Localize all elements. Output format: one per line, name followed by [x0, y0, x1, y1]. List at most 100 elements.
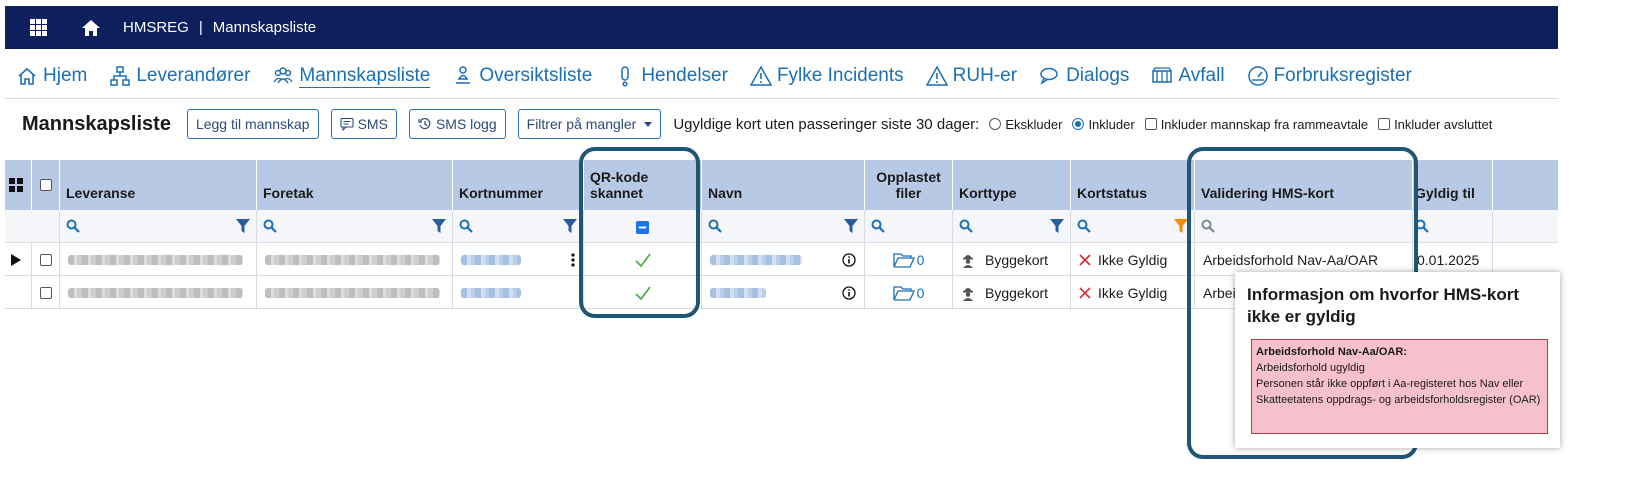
cell-navn-redacted[interactable]	[702, 243, 865, 276]
sms-button[interactable]: SMS	[330, 109, 397, 139]
cell-leveranse-redacted	[60, 243, 257, 276]
col-validering[interactable]: Validering HMS-kort	[1195, 160, 1413, 210]
col-kortstatus[interactable]: Kortstatus	[1071, 160, 1195, 210]
nav-item-forbruksregister[interactable]: Forbruksregister	[1247, 65, 1412, 87]
col-leveranse[interactable]: Leveranse	[60, 160, 257, 210]
search-icon[interactable]	[708, 219, 722, 233]
tooltip-reason-box: Arbeidsforhold Nav-Aa/OAR: Arbeidsforhol…	[1251, 339, 1548, 434]
redacted-link[interactable]	[461, 254, 521, 265]
filter-missing-dropdown[interactable]: Filtrer på mangler	[517, 109, 662, 139]
include-framework-checkbox[interactable]: Inkluder mannskap fra rammeavtale	[1144, 117, 1368, 132]
cell-kortnummer-redacted[interactable]	[453, 243, 584, 276]
filter-icon[interactable]	[1050, 219, 1064, 233]
col-opplastet[interactable]: Opplastet filer	[865, 160, 953, 210]
filter-kortstatus[interactable]	[1071, 210, 1195, 243]
filter-validering[interactable]	[1195, 210, 1413, 243]
redacted-text	[68, 254, 243, 265]
worker-icon	[963, 287, 973, 301]
folder-icon[interactable]	[892, 252, 915, 268]
search-icon[interactable]	[1201, 219, 1215, 233]
search-icon[interactable]	[959, 219, 973, 233]
cell-navn-redacted[interactable]	[702, 276, 865, 309]
filter-opplastet[interactable]	[865, 210, 953, 243]
users-icon	[273, 67, 293, 84]
filter-icon[interactable]	[236, 219, 250, 233]
filter-navn[interactable]	[702, 210, 865, 243]
checkbox[interactable]	[1144, 118, 1157, 130]
filter-leveranse[interactable]	[60, 210, 257, 243]
row-select[interactable]	[32, 243, 60, 276]
main-nav: Hjem Leverandører Mannskapsliste Oversik…	[16, 60, 1434, 92]
nav-item-fylke-incidents[interactable]: Fylke Incidents	[749, 65, 904, 87]
search-icon[interactable]	[871, 219, 885, 233]
filter-korttype[interactable]	[953, 210, 1071, 243]
column-chooser[interactable]	[5, 160, 32, 210]
info-icon[interactable]	[842, 252, 856, 267]
col-foretak[interactable]: Foretak	[257, 160, 453, 210]
nav-item-dialogs[interactable]: Dialogs	[1039, 65, 1129, 87]
folder-icon[interactable]	[892, 285, 915, 301]
include-radio[interactable]: Inkluder	[1072, 117, 1135, 132]
home-icon[interactable]	[81, 18, 101, 38]
validation-tooltip: Informasjon om hvorfor HMS-kort ikke er …	[1235, 272, 1560, 448]
radio-selected[interactable]	[1072, 118, 1085, 130]
search-icon[interactable]	[263, 219, 277, 233]
filter-active-icon[interactable]	[1174, 219, 1188, 233]
toolbar: Mannskapsliste Legg til mannskap SMS SMS…	[22, 108, 1502, 140]
close-icon	[1079, 286, 1091, 299]
redacted-link[interactable]	[461, 287, 521, 298]
checkbox[interactable]	[1378, 118, 1391, 130]
cell-opplastet[interactable]: 0	[865, 243, 953, 276]
include-finished-checkbox[interactable]: Inkluder avsluttet	[1378, 117, 1492, 132]
gauge-icon	[1247, 66, 1268, 86]
caret-right-icon[interactable]	[11, 253, 21, 266]
nav-item-hendelser[interactable]: Hendelser	[614, 65, 728, 87]
nav-item-ruh-er[interactable]: RUH-er	[925, 65, 1017, 87]
cell-kortnummer-redacted[interactable]	[453, 276, 584, 309]
col-korttype[interactable]: Korttype	[953, 160, 1071, 210]
radio-unselected[interactable]	[989, 118, 1002, 130]
search-icon[interactable]	[459, 219, 473, 233]
app-title[interactable]: HMSREG | Mannskapsliste	[123, 19, 316, 36]
check-icon	[634, 285, 651, 300]
row-expander[interactable]	[5, 276, 32, 309]
info-icon[interactable]	[842, 285, 856, 300]
filter-icon[interactable]	[844, 219, 858, 233]
add-crew-button[interactable]: Legg til mannskap	[186, 109, 319, 139]
filter-kortnummer[interactable]	[453, 210, 584, 243]
nav-item-leverandorer[interactable]: Leverandører	[109, 65, 250, 87]
search-icon[interactable]	[1415, 219, 1429, 233]
col-kortnummer[interactable]: Kortnummer	[453, 160, 584, 210]
cell-opplastet[interactable]: 0	[865, 276, 953, 309]
search-icon[interactable]	[1077, 219, 1091, 233]
nav-item-avfall[interactable]: Avfall	[1151, 65, 1225, 87]
filter-icon[interactable]	[432, 219, 446, 233]
col-gyldig[interactable]: Gyldig til	[1413, 160, 1493, 210]
exclude-radio[interactable]: Ekskluder	[989, 117, 1062, 132]
sms-log-button[interactable]: SMS logg	[408, 109, 506, 139]
filter-gyldig[interactable]	[1413, 210, 1493, 243]
nav-item-hjem[interactable]: Hjem	[16, 65, 87, 87]
row-checkbox[interactable]	[40, 253, 52, 266]
nav-item-oversiktsliste[interactable]: Oversiktsliste	[452, 65, 592, 87]
select-all-cell[interactable]	[32, 160, 60, 210]
filter-foretak[interactable]	[257, 210, 453, 243]
col-qr[interactable]: QR-kode skannet	[584, 160, 702, 210]
nav-item-mannskapsliste[interactable]: Mannskapsliste	[272, 65, 431, 88]
row-checkbox[interactable]	[40, 286, 52, 299]
search-icon[interactable]	[66, 219, 80, 233]
redacted-link[interactable]	[710, 287, 766, 298]
redacted-link[interactable]	[710, 254, 802, 265]
col-navn[interactable]: Navn	[702, 160, 865, 210]
warning-icon	[925, 65, 948, 86]
apps-grid-icon[interactable]	[30, 18, 48, 37]
filter-qr[interactable]	[584, 210, 702, 243]
filter-icon[interactable]	[563, 219, 577, 233]
indeterminate-checkbox-icon[interactable]	[636, 221, 649, 234]
cell-korttype: Byggekort	[953, 243, 1071, 276]
redacted-text	[265, 287, 440, 298]
row-expander[interactable]	[5, 243, 32, 276]
select-all-checkbox[interactable]	[40, 179, 52, 191]
row-select[interactable]	[32, 276, 60, 309]
more-vertical-icon[interactable]	[571, 252, 575, 267]
